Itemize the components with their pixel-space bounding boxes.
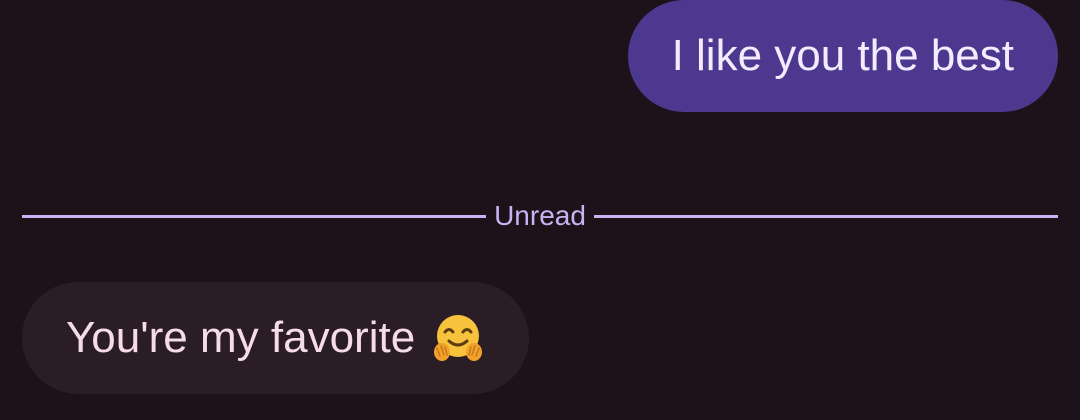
divider-line-right [593,214,1058,218]
incoming-message-bubble[interactable]: You're my favorite [22,282,530,394]
outgoing-message-bubble[interactable]: I like you the best [627,0,1058,112]
message-text: I like you the best [671,31,1014,80]
unread-divider: Unread [22,196,1058,236]
hugging-face-emoji-icon [431,311,485,365]
message-text: You're my favorite [66,313,416,362]
divider-line-left [22,214,487,218]
divider-label: Unread [494,200,586,231]
